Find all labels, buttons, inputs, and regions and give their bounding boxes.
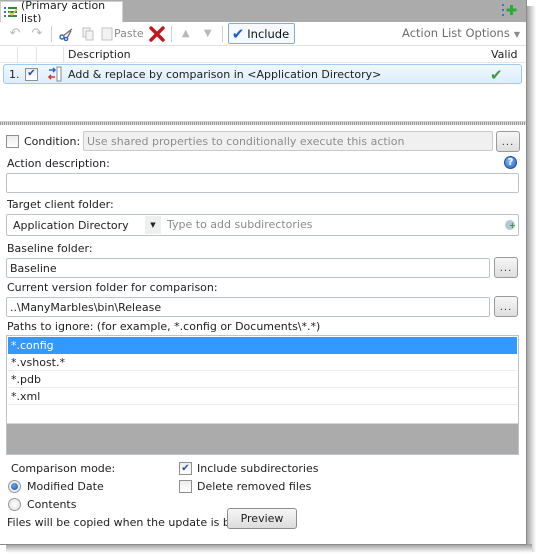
tab-primary-action-list[interactable]: (Primary action list) bbox=[0, 0, 123, 25]
contents-label: Contents bbox=[27, 498, 77, 511]
compare-action-icon bbox=[47, 66, 62, 82]
paths-list-body: *.config *.vshost.* *.pdb *.xml bbox=[7, 336, 518, 424]
condition-label: Condition: bbox=[24, 135, 81, 148]
path-text: *.vshost.* bbox=[11, 355, 65, 369]
browse-label: ... bbox=[499, 263, 513, 274]
path-text: *.xml bbox=[11, 389, 41, 403]
target-client-folder-field: Application Directory ▼ Type to add subd… bbox=[6, 214, 519, 236]
column-divider bbox=[17, 47, 18, 63]
tab-strip: (Primary action list) bbox=[0, 0, 526, 25]
action-list-icon bbox=[4, 6, 18, 18]
paths-to-ignore-label: Paths to ignore: (for example, *.config … bbox=[7, 320, 321, 333]
preview-button[interactable]: Preview bbox=[227, 508, 297, 529]
path-text: *.config bbox=[11, 338, 54, 352]
path-text: *.pdb bbox=[11, 372, 41, 386]
condition-checkbox[interactable] bbox=[6, 135, 19, 148]
paths-to-ignore-list[interactable]: *.config *.vshost.* *.pdb *.xml bbox=[6, 335, 519, 455]
action-row[interactable]: 1. ✔ Add & replace by comparison in <App… bbox=[3, 64, 522, 84]
paste-label: Paste bbox=[114, 27, 144, 40]
column-header-description[interactable]: Description bbox=[68, 48, 131, 61]
arrow-down-icon[interactable]: ▼ bbox=[197, 24, 219, 44]
dropdown-arrow-icon[interactable]: ▼ bbox=[145, 216, 161, 234]
target-folder-select[interactable]: Application Directory bbox=[13, 219, 129, 232]
row-description: Add & replace by comparison in <Applicat… bbox=[68, 67, 382, 81]
modified-date-label: Modified Date bbox=[27, 480, 104, 493]
help-icon[interactable]: ? bbox=[504, 156, 517, 169]
path-item[interactable]: *.pdb bbox=[8, 371, 517, 388]
include-label: Include bbox=[247, 26, 290, 41]
current-version-folder-label: Current version folder for comparison: bbox=[7, 281, 218, 294]
current-version-folder-value: ..\ManyMarbles\bin\Release bbox=[10, 300, 162, 314]
delete-removed-files-label: Delete removed files bbox=[197, 480, 312, 493]
copy-icon[interactable] bbox=[77, 24, 99, 44]
valid-checkmark-icon: ✔ bbox=[490, 66, 503, 84]
footer-note: Files will be copied when the update is … bbox=[7, 516, 251, 529]
comparison-mode-label: Comparison mode: bbox=[11, 462, 116, 475]
include-subdirectories-label: Include subdirectories bbox=[197, 462, 319, 475]
action-editor-window: (Primary action list) ↶ ↷ Paste ▲ ▼ ✔ In… bbox=[0, 0, 527, 545]
current-version-folder-input[interactable]: ..\ManyMarbles\bin\Release bbox=[6, 297, 490, 317]
baseline-browse-button[interactable]: ... bbox=[494, 257, 518, 278]
path-item[interactable]: *.xml bbox=[8, 388, 517, 405]
condition-browse-button[interactable]: ... bbox=[496, 131, 520, 152]
delete-removed-files-checkbox[interactable] bbox=[179, 480, 192, 493]
include-subdirectories-checkbox[interactable]: ✔ bbox=[179, 462, 192, 475]
path-item[interactable]: *.config bbox=[8, 337, 517, 354]
condition-input[interactable]: Use shared properties to conditionally e… bbox=[83, 131, 493, 151]
browse-label: ... bbox=[501, 137, 515, 148]
toolbar-separator bbox=[221, 25, 223, 42]
window-shadow-right bbox=[526, 6, 536, 552]
action-list-options-label: Action List Options bbox=[402, 26, 510, 40]
add-action-list-icon[interactable] bbox=[502, 3, 518, 17]
action-list-header: Description Valid bbox=[0, 47, 526, 63]
column-header-valid[interactable]: Valid bbox=[491, 48, 518, 61]
checkmark-icon: ✔ bbox=[231, 24, 245, 43]
window-shadow-bottom bbox=[6, 544, 532, 553]
row-number: 1. bbox=[9, 67, 20, 81]
radio-contents[interactable] bbox=[8, 498, 21, 511]
subdirectory-input[interactable]: Type to add subdirectories bbox=[167, 218, 312, 231]
add-subdirectory-icon[interactable] bbox=[505, 220, 516, 230]
baseline-folder-input[interactable]: Baseline bbox=[6, 258, 490, 278]
redo-icon[interactable]: ↷ bbox=[26, 24, 48, 44]
path-item[interactable]: *.vshost.* bbox=[8, 354, 517, 371]
splitter-handle[interactable] bbox=[0, 121, 526, 125]
condition-placeholder: Use shared properties to conditionally e… bbox=[87, 134, 405, 148]
toolbar-separator bbox=[170, 25, 172, 42]
column-divider bbox=[63, 47, 64, 63]
browse-label: ... bbox=[499, 302, 513, 313]
column-divider bbox=[36, 47, 37, 63]
scissors-icon[interactable] bbox=[55, 24, 77, 44]
target-client-folder-label: Target client folder: bbox=[7, 198, 114, 211]
red-x-icon[interactable] bbox=[146, 24, 168, 44]
row-enabled-checkbox[interactable]: ✔ bbox=[25, 67, 38, 81]
baseline-folder-label: Baseline folder: bbox=[7, 242, 93, 255]
toolbar: ↶ ↷ Paste ▲ ▼ ✔ Include Action List Opti… bbox=[0, 22, 526, 46]
action-description-label: Action description: bbox=[7, 157, 110, 170]
undo-icon[interactable]: ↶ bbox=[4, 24, 26, 44]
arrow-up-icon[interactable]: ▲ bbox=[175, 24, 197, 44]
current-version-browse-button[interactable]: ... bbox=[494, 296, 518, 317]
radio-modified-date[interactable] bbox=[8, 480, 21, 493]
baseline-folder-value: Baseline bbox=[10, 261, 57, 275]
paste-button[interactable]: Paste bbox=[99, 24, 146, 44]
toolbar-separator bbox=[51, 25, 52, 42]
include-button[interactable]: ✔ Include bbox=[227, 23, 296, 44]
chevron-down-icon: ▼ bbox=[513, 30, 520, 39]
action-description-input[interactable] bbox=[6, 173, 519, 193]
preview-label: Preview bbox=[240, 512, 284, 525]
action-list-options-menu[interactable]: Action List Options ▼ bbox=[402, 26, 520, 40]
